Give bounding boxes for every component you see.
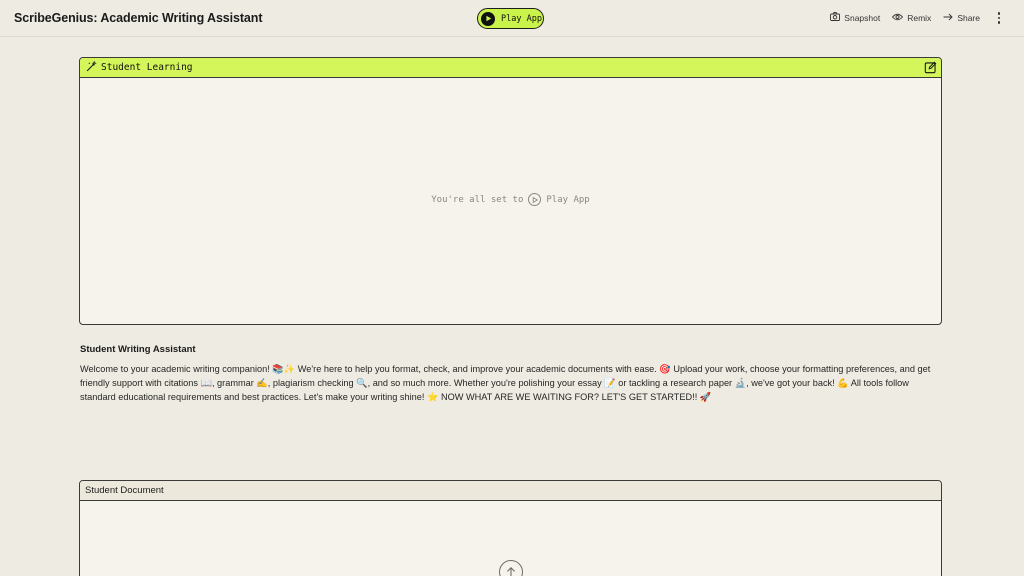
remix-label: Remix — [907, 12, 932, 23]
play-icon — [481, 11, 495, 26]
student-learning-title: Student Learning — [101, 62, 193, 73]
description-section: Student Writing Assistant Welcome to you… — [80, 344, 940, 404]
snapshot-label: Snapshot — [844, 12, 881, 23]
app-title: ScribeGenius: Academic Writing Assistant — [14, 11, 263, 25]
share-button[interactable]: Share — [943, 13, 980, 23]
share-label: Share — [957, 12, 980, 23]
magic-wand-icon — [86, 59, 97, 77]
camera-icon — [830, 12, 841, 23]
empty-state-prefix: You're all set to — [431, 194, 524, 205]
top-bar: ScribeGenius: Academic Writing Assistant… — [0, 0, 1024, 37]
play-circle-icon — [528, 193, 542, 206]
inline-play-label: Play App — [546, 194, 590, 205]
play-app-button[interactable]: Play App — [477, 8, 544, 29]
inline-play-app-link[interactable]: Play App — [528, 193, 590, 206]
play-app-label: Play App — [501, 13, 542, 24]
edit-icon[interactable] — [924, 61, 937, 74]
description-body: Welcome to your academic writing compani… — [80, 364, 931, 402]
student-learning-panel: Student Learning You're all set to Play … — [79, 57, 942, 325]
more-options-icon[interactable] — [994, 12, 1004, 24]
top-actions: Snapshot Remix Share — [830, 12, 1004, 24]
student-document-panel: Student Document — [79, 480, 942, 576]
empty-state-message: You're all set to Play App — [80, 193, 941, 206]
snapshot-button[interactable]: Snapshot — [830, 12, 880, 23]
arrow-right-icon — [943, 13, 953, 23]
student-document-title: Student Document — [80, 481, 941, 501]
eye-icon — [892, 13, 904, 23]
student-learning-header: Student Learning — [80, 58, 941, 78]
description-title: Student Writing Assistant — [80, 344, 196, 355]
upload-icon[interactable] — [499, 560, 523, 576]
remix-button[interactable]: Remix — [892, 13, 931, 23]
